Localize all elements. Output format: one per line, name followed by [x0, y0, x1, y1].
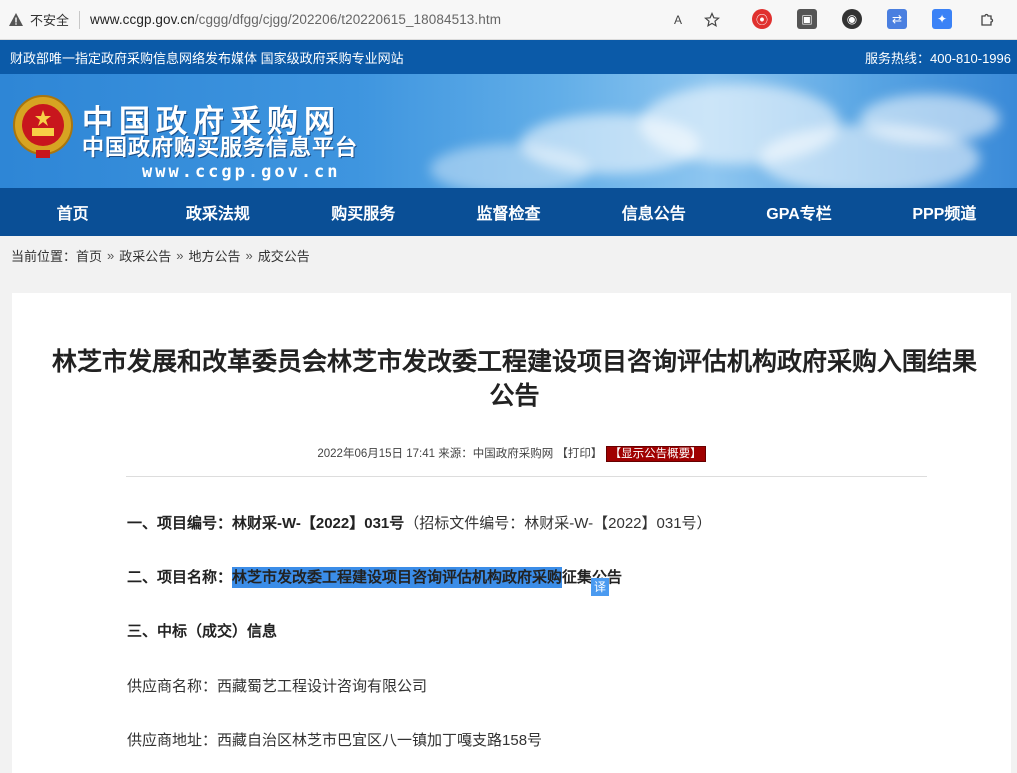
tender-doc-number: （招标文件编号：林财采-W-【2022】031号）: [404, 515, 712, 532]
show-summary-button[interactable]: 【显示公告概要】: [605, 446, 706, 462]
warning-icon: [9, 12, 23, 26]
language-extension-icon[interactable]: ✦: [932, 9, 952, 29]
breadcrumb: 当前位置： 首页 » 政采公告 » 地方公告 » 成交公告: [0, 236, 1017, 274]
divider: [79, 10, 81, 29]
article-meta: 2022年06月15日 17:41 来源：中国政府采购网 【打印】 【显示公告概…: [12, 445, 1011, 462]
nav-announcements[interactable]: 信息公告: [581, 200, 726, 224]
supplier-address-line: 供应商地址：西藏自治区林芝市巴宜区八一镇加丁嘎支路158号: [127, 729, 542, 750]
main-nav: 首页 政采法规 购买服务 监督检查 信息公告 GPA专栏 PPP频道: [0, 188, 1017, 236]
breadcrumb-home[interactable]: 首页: [76, 246, 102, 265]
url-path: /cggg/dfgg/cjgg/202206/t20220615_1808451…: [194, 12, 502, 27]
nav-home[interactable]: 首页: [0, 200, 145, 224]
security-indicator[interactable]: 不安全: [8, 10, 69, 29]
breadcrumb-separator: »: [245, 247, 253, 263]
divider: [126, 476, 927, 477]
translate-selection-button[interactable]: 译: [591, 578, 609, 596]
site-logo-subtitle: 中国政府购买服务信息平台: [82, 136, 359, 161]
site-slogan: 财政部唯一指定政府采购信息网络发布媒体 国家级政府采购专业网站: [10, 50, 404, 66]
site-logo-url: www.ccgp.gov.cn: [142, 162, 341, 182]
breadcrumb-deal[interactable]: 成交公告: [258, 246, 310, 265]
publish-date: 2022年06月15日 17:41: [317, 448, 436, 460]
national-emblem-icon: [13, 95, 73, 158]
article-title: 林芝市发展和改革委员会林芝市发改委工程建设项目咨询评估机构政府采购入围结果公告: [51, 348, 977, 410]
print-link[interactable]: 【打印】: [556, 448, 602, 460]
selected-text[interactable]: 林芝市发改委工程建设项目咨询评估机构政府采购: [232, 567, 563, 588]
read-aloud-icon[interactable]: A: [668, 10, 688, 30]
favorite-star-icon[interactable]: [702, 10, 722, 30]
extensions-puzzle-icon[interactable]: [977, 9, 997, 29]
project-number-value: 林财采-W-【2022】031号: [232, 515, 405, 532]
project-number-label: 一、项目编号：: [127, 515, 233, 532]
supplier-name-line: 供应商名称：西藏蜀艺工程设计咨询有限公司: [127, 675, 427, 696]
site-banner: 中国政府采购网 中国政府购买服务信息平台 www.ccgp.gov.cn: [0, 74, 1017, 188]
award-info-label: 三、中标（成交）信息: [127, 623, 278, 640]
breadcrumb-separator: »: [107, 247, 115, 263]
screen-extension-icon[interactable]: ▣: [797, 9, 817, 29]
nav-regulations[interactable]: 政采法规: [145, 200, 290, 224]
nav-supervision[interactable]: 监督检查: [436, 200, 581, 224]
top-strip: 财政部唯一指定政府采购信息网络发布媒体 国家级政府采购专业网站 服务热线：400…: [0, 40, 1017, 74]
breadcrumb-announcements[interactable]: 政采公告: [119, 246, 171, 265]
security-label: 不安全: [30, 13, 70, 28]
nav-purchase-services[interactable]: 购买服务: [291, 200, 436, 224]
url-host: www.ccgp.gov.cn: [90, 12, 195, 27]
record-extension-icon[interactable]: ⦿: [752, 9, 772, 29]
nav-gpa[interactable]: GPA专栏: [726, 200, 871, 224]
award-info-heading: 三、中标（成交）信息: [127, 620, 277, 641]
breadcrumb-prefix: 当前位置：: [11, 248, 77, 264]
breadcrumb-separator: »: [176, 247, 184, 263]
supplier-address: 西藏自治区林芝市巴宜区八一镇加丁嘎支路158号: [217, 732, 543, 749]
supplier-name: 西藏蜀艺工程设计咨询有限公司: [217, 678, 428, 695]
service-hotline: 服务热线：400-810-1996: [865, 50, 1011, 66]
browser-address-bar: 不安全 www.ccgp.gov.cn/cggg/dfgg/cjgg/20220…: [0, 0, 1017, 40]
article-source: 来源：中国政府采购网: [438, 448, 554, 460]
e-extension-icon[interactable]: ◉: [842, 9, 862, 29]
supplier-address-label: 供应商地址：: [127, 732, 218, 749]
nav-ppp[interactable]: PPP频道: [872, 200, 1017, 224]
project-name-line: 二、项目名称：林芝市发改委工程建设项目咨询评估机构政府采购征集公告: [127, 566, 622, 588]
article-panel: 林芝市发展和改革委员会林芝市发改委工程建设项目咨询评估机构政府采购入围结果公告 …: [12, 293, 1011, 773]
supplier-name-label: 供应商名称：: [127, 678, 218, 695]
translate-extension-icon[interactable]: ⇄: [887, 9, 907, 29]
breadcrumb-local[interactable]: 地方公告: [189, 246, 241, 265]
project-number-line: 一、项目编号：林财采-W-【2022】031号（招标文件编号：林财采-W-【20…: [127, 512, 712, 533]
url-field[interactable]: www.ccgp.gov.cn/cggg/dfgg/cjgg/202206/t2…: [90, 12, 501, 27]
project-name-label: 二、项目名称：: [127, 569, 233, 586]
